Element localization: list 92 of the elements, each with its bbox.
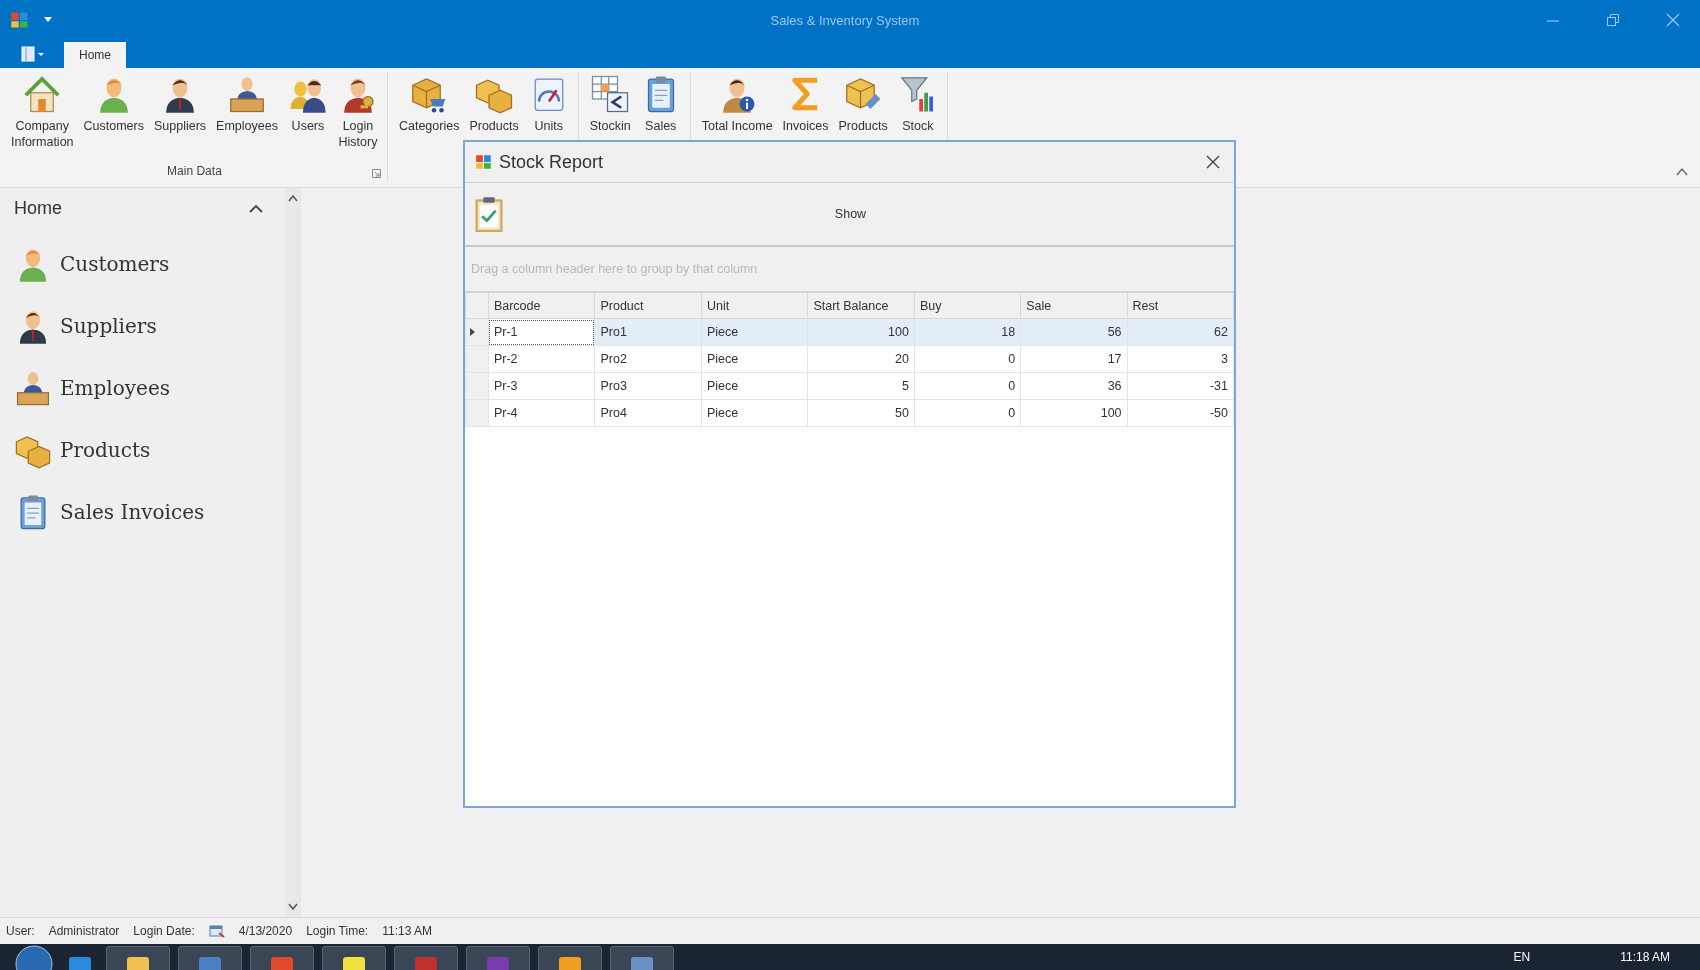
ribbon-button[interactable]: Products [833,72,893,136]
table-cell: -31 [1127,372,1234,400]
grid-arrow-icon [590,74,631,114]
ribbon-button[interactable]: Login History [332,72,383,152]
status-label: Login Time: [306,924,369,938]
row-indicator-icon [470,328,475,336]
table-cell: 62 [1127,318,1234,346]
ribbon-button[interactable]: Employees [211,72,283,136]
table-cell: 100 [1020,399,1128,427]
table-cell: 20 [807,345,915,373]
dialog-launcher-icon[interactable] [371,169,381,178]
column-header[interactable]: Unit [701,292,808,319]
table-cell: 50 [807,399,915,427]
table-cell: Pr-1 [488,318,595,346]
restore-icon[interactable] [1606,13,1620,27]
window-title: Sales & Inventory System [770,12,920,28]
column-header[interactable]: Start Balance [807,292,915,319]
table-cell: Piece [701,372,808,400]
navigation-item[interactable]: Employees [14,357,285,419]
group-label: Main Data [167,164,222,178]
ribbon-button[interactable]: Customers [78,72,149,136]
ribbon-button[interactable]: Total Income [696,72,778,136]
app-icon [10,10,30,30]
status-value: 4/13/2020 [238,924,293,938]
pane-title: Home [14,198,62,219]
table-cell: 17 [1020,345,1128,373]
clock[interactable]: 11:18 AM [1620,950,1670,970]
ribbon-button[interactable]: Stockin [584,72,636,136]
table-cell: Pro4 [594,399,702,427]
ribbon-button[interactable]: Sales [635,72,686,136]
table-cell: 100 [807,318,915,346]
person-at-desk-icon [227,74,267,114]
person-at-desk-icon [14,369,52,407]
taskbar-button[interactable] [106,946,170,970]
ribbon-button[interactable]: Company Information [6,72,79,152]
ribbon-button[interactable]: Suppliers [148,72,212,136]
table-cell: 56 [1020,318,1128,346]
app-icon [475,153,493,171]
scroll-down-icon[interactable] [288,903,298,911]
ribbon-button[interactable]: Users [282,72,333,136]
table-cell: 0 [914,345,1021,373]
table-cell: Piece [701,345,808,373]
column-header[interactable]: Sale [1020,292,1128,319]
application-menu-icon[interactable] [20,46,46,62]
collapse-ribbon-icon[interactable] [1676,167,1688,177]
ribbon-button[interactable]: Products [464,72,524,136]
table-row[interactable]: Pr-2 Pro2 Piece 20 0 17 3 [465,345,1234,373]
ribbon-button[interactable]: Categories [393,72,465,136]
status-label: Login Date: [133,924,195,938]
table-cell: Piece [701,399,808,427]
table-cell: 5 [807,372,915,400]
navigation-item[interactable]: Sales Invoices [14,481,285,543]
ribbon-button[interactable]: Units [523,72,574,136]
table-cell: 36 [1020,372,1128,400]
ribbon-button[interactable]: Invoices [777,72,834,136]
table-row[interactable]: Pr-1 Pro1 Piece 100 18 56 62 [465,318,1234,346]
table-cell: Pro1 [594,318,702,346]
status-label: User: [6,924,35,938]
taskbar-button[interactable] [610,946,674,970]
dialog-title: Stock Report [499,151,605,173]
status-value: 11:13 AM [382,924,432,938]
close-icon[interactable] [1206,155,1220,169]
chevron-up-icon[interactable] [249,204,263,213]
table-cell: Pr-3 [488,372,595,400]
status-value: Administrator [48,924,120,938]
column-header[interactable]: Rest [1127,292,1234,319]
table-cell: 0 [914,399,1021,427]
scroll-up-icon[interactable] [288,194,298,202]
table-cell: Pr-2 [488,345,595,373]
table-cell: 3 [1127,345,1234,373]
table-cell: Pr-4 [488,399,595,427]
caret-icon[interactable] [44,17,52,23]
table-row[interactable]: Pr-3 Pro3 Piece 5 0 36 -31 [465,372,1234,400]
taskbar-button[interactable] [538,946,602,970]
ribbon-tab[interactable]: Home [64,42,126,68]
navigation-item[interactable]: Products [14,419,285,481]
table-cell: Piece [701,318,808,346]
table-cell: 0 [914,372,1021,400]
column-header[interactable]: Product [594,292,702,319]
navigation-item[interactable]: Customers [14,233,285,295]
table-cell: Pro2 [594,345,702,373]
language-indicator[interactable]: EN [1513,950,1531,970]
calendar-icon [208,924,225,938]
table-cell: Pro3 [594,372,702,400]
navigation-item[interactable]: Suppliers [14,295,285,357]
table-row[interactable]: Pr-4 Pro4 Piece 50 0 100 -50 [465,399,1234,427]
column-header[interactable]: Barcode [488,292,595,319]
ribbon-button[interactable]: Stock [892,72,943,136]
table-cell: -50 [1127,399,1234,427]
table-cell: 18 [914,318,1021,346]
taskbar-button[interactable] [322,946,386,970]
column-header[interactable]: Buy [914,292,1021,319]
